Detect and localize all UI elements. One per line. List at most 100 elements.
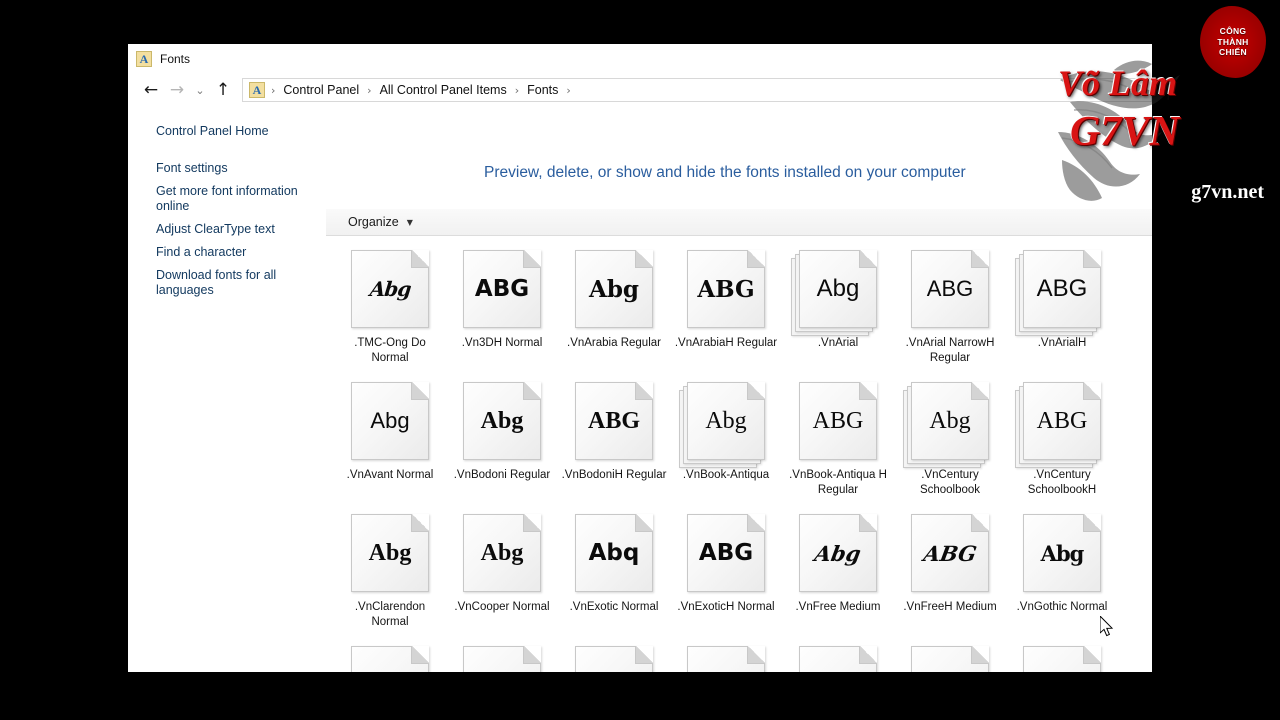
font-tile-label: .VnBook-Antiqua: [682, 469, 770, 481]
font-tile[interactable]: ABG .VnBook-Antiqua H Regular: [782, 376, 894, 508]
badge-line-1: CÔNG: [1219, 26, 1247, 37]
font-file-icon: ABG: [903, 512, 998, 594]
font-tile[interactable]: Abg .VnCentury Schoolbook: [894, 376, 1006, 508]
font-tile[interactable]: Abg .VnGothic Normal: [1006, 508, 1118, 640]
font-page-shape: Abg: [463, 514, 541, 592]
font-tile[interactable]: Abg .TMC-Ong Do Normal: [334, 244, 446, 376]
breadcrumb-bar[interactable]: A › Control Panel › All Control Panel It…: [242, 78, 1152, 102]
font-tile[interactable]: ABG .VnCentury SchoolbookH: [1006, 376, 1118, 508]
font-tile[interactable]: ABG .VnExoticH Normal: [670, 508, 782, 640]
font-tile[interactable]: Abg: [670, 640, 782, 672]
font-tile[interactable]: Abg .VnBodoni Regular: [446, 376, 558, 508]
font-tile-label: .VnGothic Normal: [1016, 601, 1108, 613]
up-button[interactable]: ↑: [210, 77, 236, 103]
breadcrumb-separator-2: ›: [514, 83, 520, 97]
font-tile[interactable]: Abg .VnFree Medium: [782, 508, 894, 640]
organize-button[interactable]: Organize ▼: [342, 213, 419, 231]
breadcrumb-control-panel[interactable]: Control Panel: [281, 83, 361, 97]
font-tile[interactable]: ABG: [782, 640, 894, 672]
font-page-shape: Abg: [575, 250, 653, 328]
back-button[interactable]: ←: [138, 77, 164, 103]
font-tile[interactable]: ABG: [1006, 640, 1118, 672]
font-preview-sample: Abg: [812, 540, 864, 566]
font-page-shape: Abq: [575, 514, 653, 592]
breadcrumb-fonts-icon: A: [249, 82, 265, 98]
breadcrumb-fonts[interactable]: Fonts: [525, 83, 560, 97]
sidebar-item-find-a-character[interactable]: Find a character: [156, 245, 310, 260]
font-preview-sample: ABG: [812, 408, 864, 434]
font-file-icon: Abg: [567, 248, 662, 330]
font-page-shape: ABG: [463, 250, 541, 328]
title-bar: A Fonts: [128, 44, 1152, 74]
font-preview-sample: Abg: [929, 408, 971, 434]
font-tile-label: .VnArial: [817, 337, 859, 349]
font-collection-icon: ABG: [1015, 248, 1110, 336]
font-tile[interactable]: ABG .VnArial NarrowH Regular: [894, 244, 1006, 376]
sidebar-item-control-panel-home[interactable]: Control Panel Home: [156, 124, 310, 139]
font-tile[interactable]: ABG .VnArialH: [1006, 244, 1118, 376]
font-collection-icon: ABG: [1015, 380, 1110, 468]
screen-root: A Fonts ← → ⌄ ↑ A › Control Panel › All …: [0, 0, 1280, 720]
navigation-pane: Control Panel Home Font settings Get mor…: [128, 106, 326, 672]
font-tile[interactable]: ABG .VnArabiaH Regular: [670, 244, 782, 376]
sidebar-item-font-settings[interactable]: Font settings: [156, 161, 310, 176]
font-tile[interactable]: ABG.VnHelvetInsH Medium: [558, 640, 670, 672]
font-tile-label: .VnClarendon Normal: [354, 601, 426, 628]
font-collection-icon: Abg: [791, 248, 886, 336]
font-page-shape: Abg: [911, 382, 989, 460]
font-tile[interactable]: ABG .VnFreeH Medium: [894, 508, 1006, 640]
font-tile[interactable]: Abg .VnCooper Normal: [446, 508, 558, 640]
font-preview-sample: Abg: [816, 275, 860, 302]
font-page-shape: Abg: [463, 646, 541, 672]
font-tile[interactable]: Abg .VnArabia Regular: [558, 244, 670, 376]
font-page-shape: Abg: [911, 646, 989, 672]
font-preview-sample: ABG: [587, 408, 640, 434]
font-page-shape: ABG: [799, 646, 877, 672]
window-body: Control Panel Home Font settings Get mor…: [128, 106, 1152, 672]
command-toolbar: Organize ▼: [326, 209, 1152, 236]
font-file-icon: Abg: [679, 644, 774, 672]
font-tile[interactable]: Abg.VnHelvetIns Medium: [446, 640, 558, 672]
sidebar-item-adjust-cleartype-text[interactable]: Adjust ClearType text: [156, 222, 310, 237]
font-tile[interactable]: Abg .VnArial: [782, 244, 894, 376]
recent-locations-button[interactable]: ⌄: [190, 77, 210, 103]
font-page-shape: ABG: [1023, 646, 1101, 672]
font-file-icon: ABG: [791, 644, 886, 672]
sidebar-item-get-more-font-information-online[interactable]: Get more font information online: [156, 184, 310, 214]
forward-button[interactable]: →: [164, 77, 190, 103]
font-tile-label: .VnArial NarrowH Regular: [905, 337, 995, 364]
font-preview-sample: Abg: [480, 540, 524, 566]
font-tile[interactable]: ABG.VnGothicH Normal: [334, 640, 446, 672]
font-preview-sample: Abg: [368, 540, 412, 566]
font-preview-sample: ABG: [1036, 275, 1088, 302]
font-file-icon: ABG: [679, 248, 774, 330]
font-tile-label: .VnFreeH Medium: [903, 601, 997, 613]
font-tile[interactable]: Abg .VnClarendon Normal: [334, 508, 446, 640]
font-tile[interactable]: Abq .VnExotic Normal: [558, 508, 670, 640]
watermark-url: g7vn.net: [1191, 181, 1264, 203]
font-page-shape: ABG: [687, 250, 765, 328]
font-tile[interactable]: Abg .VnBook-Antiqua: [670, 376, 782, 508]
font-tile-label: .VnAvant Normal: [346, 469, 434, 481]
font-page-shape: Abg: [687, 646, 765, 672]
font-preview-sample: Abg: [370, 408, 410, 433]
font-page-shape: Abg: [463, 382, 541, 460]
font-preview-sample: Abq: [588, 539, 640, 566]
font-tile-grid[interactable]: Abg .TMC-Ong Do Normal ABG .Vn3DH Normal Abg…: [326, 236, 1152, 672]
chevron-down-icon: ▼: [406, 217, 413, 227]
font-tile-label: .VnArabiaH Regular: [674, 337, 778, 349]
font-file-icon: Abg: [1015, 512, 1110, 594]
font-tile[interactable]: ABG .Vn3DH Normal: [446, 244, 558, 376]
font-tile-label: .VnCentury Schoolbook: [919, 469, 981, 496]
font-tile[interactable]: ABG .VnBodoniH Regular: [558, 376, 670, 508]
font-file-icon: ABG: [455, 248, 550, 330]
font-tile[interactable]: Abg .VnAvant Normal: [334, 376, 446, 508]
font-file-icon: ABG: [567, 644, 662, 672]
font-file-icon: Abq: [567, 512, 662, 594]
font-page-shape: ABG: [687, 514, 765, 592]
breadcrumb-all-items[interactable]: All Control Panel Items: [378, 83, 509, 97]
font-tile[interactable]: Abg: [894, 640, 1006, 672]
sidebar-item-download-fonts-for-all-languages[interactable]: Download fonts for all languages: [156, 268, 310, 298]
font-file-icon: ABG: [903, 248, 998, 330]
font-tile-label: .VnArabia Regular: [567, 337, 661, 349]
